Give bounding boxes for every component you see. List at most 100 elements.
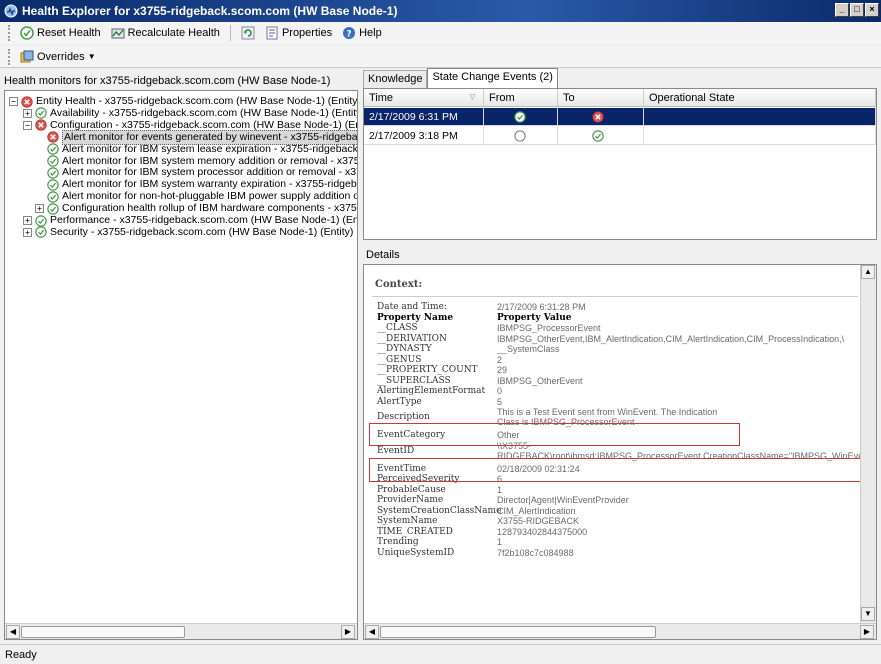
scroll-right-button[interactable]: ▶ — [860, 625, 874, 639]
property-name: SystemName — [377, 516, 438, 526]
details-label: Details — [366, 249, 400, 261]
window-title: Health Explorer for x3755-ridgeback.scom… — [22, 4, 398, 18]
property-name: Description — [377, 412, 430, 422]
recalculate-health-button[interactable]: Recalculate Health — [108, 25, 223, 41]
healthy-status-icon — [35, 107, 47, 120]
tab-knowledge[interactable]: Knowledge — [363, 70, 428, 88]
event-row[interactable]: 2/17/2009 6:31 PM — [364, 108, 876, 126]
overrides-label: Overrides — [37, 50, 85, 63]
property-value: 2/17/2009 6:31:28 PM — [497, 302, 586, 312]
title-bar[interactable]: Health Explorer for x3755-ridgeback.scom… — [0, 0, 881, 22]
maximize-button[interactable]: □ — [850, 3, 864, 17]
property-value: IBMPSG_OtherEvent,IBM_AlertIndication,CI… — [497, 333, 845, 344]
details-horizontal-scrollbar[interactable]: ◀ ▶ — [364, 623, 876, 639]
details-vertical-scrollbar[interactable]: ▲ ▼ — [860, 265, 876, 623]
property-value: 2 — [497, 354, 503, 365]
property-value: 29 — [497, 365, 508, 375]
column-header-from[interactable]: From — [484, 89, 558, 107]
event-from — [484, 108, 558, 126]
property-value: X3755-RIDGEBACK — [497, 516, 580, 526]
property-name: __PROPERTY_COUNT — [377, 365, 478, 375]
toolbar-grip[interactable] — [8, 25, 11, 41]
tree-horizontal-scrollbar[interactable]: ◀ ▶ — [5, 623, 357, 639]
healthy-status-icon — [47, 143, 59, 155]
property-name: AlertingElementFormat — [377, 386, 486, 396]
properties-button[interactable]: Properties — [262, 25, 335, 41]
event-operational-state — [644, 127, 876, 145]
refresh-button[interactable] — [238, 25, 258, 41]
scroll-thumb[interactable] — [21, 626, 185, 638]
health-explorer-icon — [4, 4, 18, 18]
expand-icon[interactable]: + — [23, 227, 32, 237]
property-value: IBMPSG_OtherEvent — [497, 375, 583, 386]
healthy-status-icon — [47, 167, 59, 179]
property-name: ProbableCause — [377, 484, 446, 495]
scroll-up-button[interactable]: ▲ — [861, 265, 875, 279]
event-time: 2/17/2009 6:31 PM — [364, 108, 484, 126]
property-name: SystemCreationClassName — [377, 505, 502, 516]
scroll-right-button[interactable]: ▶ — [341, 625, 355, 639]
healthy-status-icon — [514, 111, 526, 123]
grid-header: Time ▽ From To Operational State — [364, 89, 876, 107]
details-panel[interactable]: Context: Date and Time: 2/17/2009 6:31:28… — [363, 264, 877, 640]
expand-icon[interactable]: + — [23, 108, 32, 118]
scroll-left-button[interactable]: ◀ — [6, 625, 20, 639]
details-tabs: Knowledge State Change Events (2) — [363, 68, 558, 88]
context-title: Context: — [375, 279, 423, 290]
healthy-status-icon — [47, 155, 59, 167]
main-toolbar: Reset Health Recalculate Health Properti… — [0, 22, 881, 44]
property-value: Director|Agent|WinEventProvider — [497, 495, 629, 505]
property-name: Trending — [377, 537, 419, 547]
scroll-down-button[interactable]: ▼ — [861, 607, 875, 621]
collapse-icon[interactable]: − — [23, 120, 32, 130]
property-name: Property Name — [377, 312, 454, 323]
svg-text:?: ? — [346, 30, 351, 40]
expand-icon[interactable]: + — [23, 216, 32, 225]
toolbar-separator — [229, 25, 231, 41]
healthy-status-icon — [592, 130, 604, 142]
close-button[interactable]: × — [865, 3, 879, 17]
critical-status-icon — [592, 111, 604, 123]
scroll-left-button[interactable]: ◀ — [365, 625, 379, 639]
column-header-operational-state[interactable]: Operational State — [644, 89, 876, 107]
reset-health-label: Reset Health — [37, 27, 101, 39]
tree-item[interactable]: + Security - x3755-ridgeback.scom.com (HW… — [23, 226, 353, 239]
minimize-button[interactable]: _ — [835, 3, 849, 17]
expand-icon[interactable]: + — [35, 204, 44, 214]
reset-health-button[interactable]: Reset Health — [17, 25, 104, 41]
property-name: UniqueSystemID — [377, 547, 455, 558]
column-header-time[interactable]: Time ▽ — [364, 89, 484, 107]
critical-status-icon — [21, 95, 33, 108]
help-button[interactable]: ? Help — [339, 25, 385, 41]
chevron-down-icon: ▼ — [87, 52, 96, 61]
healthy-status-icon — [35, 214, 47, 227]
property-name: Date and Time: — [377, 302, 447, 312]
tab-state-change-events[interactable]: State Change Events (2) — [427, 68, 558, 88]
collapse-icon[interactable]: − — [9, 97, 18, 106]
property-name: __DYNASTY — [377, 344, 432, 354]
column-header-to[interactable]: To — [558, 89, 644, 107]
property-value: 0 — [497, 386, 503, 396]
recalculate-health-icon — [111, 28, 125, 39]
event-row[interactable]: 2/17/2009 3:18 PM — [364, 127, 876, 145]
property-name: AlertType — [377, 396, 422, 407]
event-to — [558, 108, 644, 126]
scroll-thumb[interactable] — [380, 626, 656, 638]
overrides-dropdown[interactable]: Overrides ▼ — [17, 49, 99, 65]
state-change-events-grid[interactable]: Time ▽ From To Operational State 2/17/20… — [363, 88, 877, 240]
health-monitor-tree[interactable]: − Entity Health - x3755-ridgeback.scom.co… — [4, 90, 358, 640]
overrides-icon — [20, 50, 34, 62]
property-value: Property Value — [497, 312, 572, 323]
property-value: 5 — [497, 396, 503, 407]
toolbar-grip[interactable] — [8, 48, 11, 65]
overrides-toolbar: Overrides ▼ — [0, 46, 881, 68]
event-from — [484, 127, 558, 145]
healthy-status-icon — [35, 226, 47, 239]
left-pane-header: Health monitors for x3755-ridgeback.scom… — [4, 75, 331, 87]
eventid-highlight-box — [369, 458, 876, 482]
